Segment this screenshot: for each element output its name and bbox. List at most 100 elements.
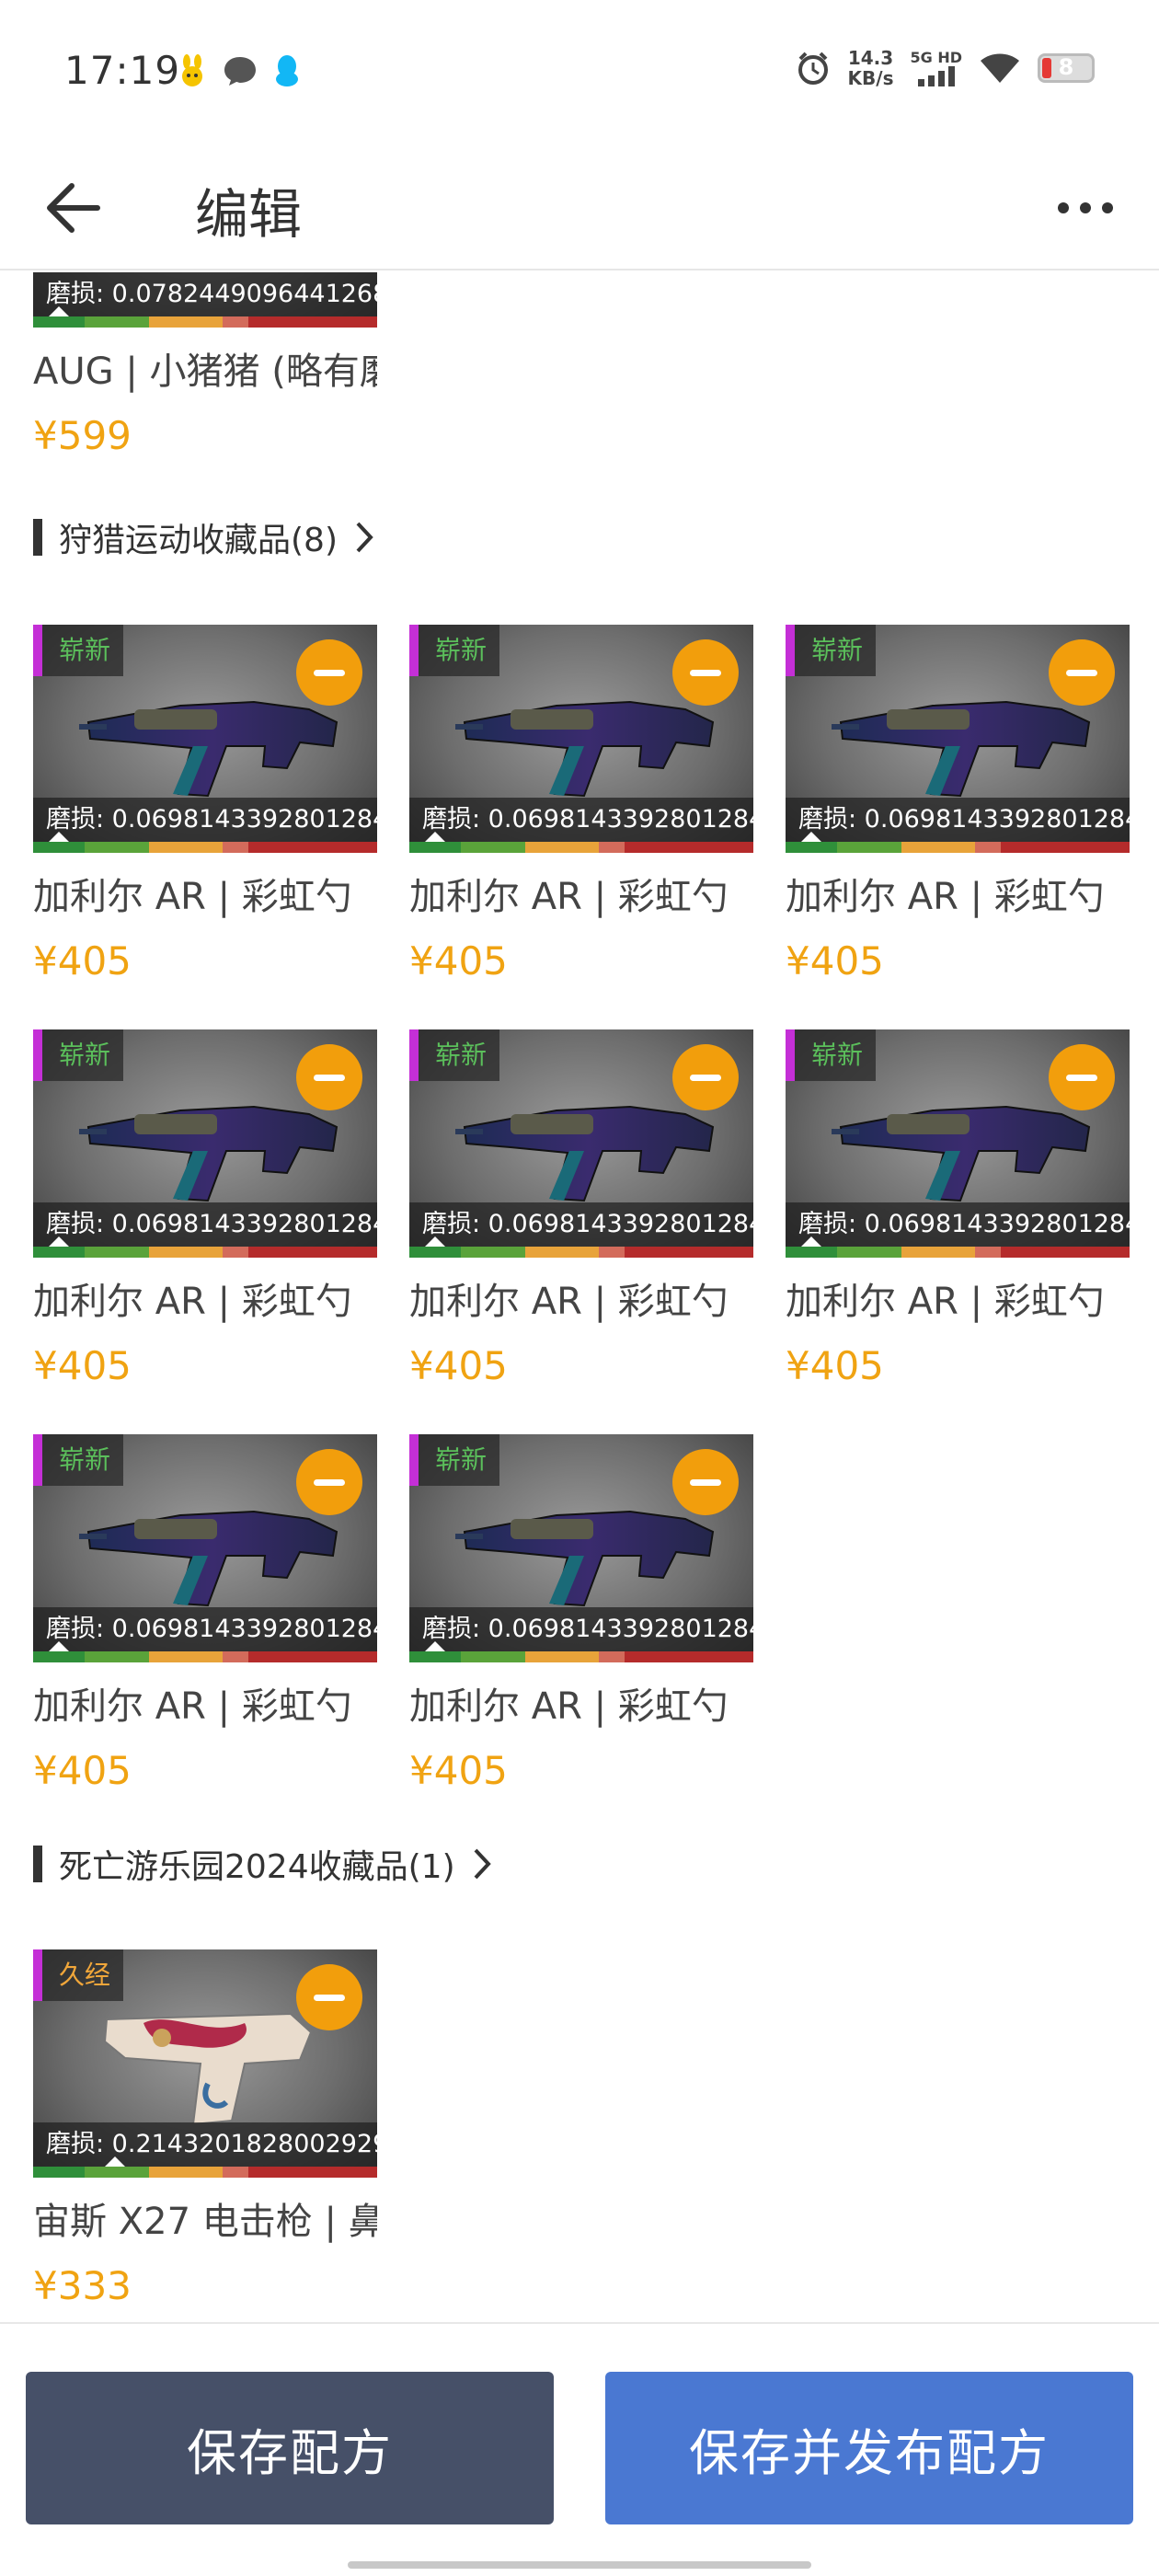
section-title: 狩猎运动收藏品(8) <box>59 522 338 559</box>
item-thumbnail: 崭新 磨损: 0.0698143392801284 <box>786 625 1130 853</box>
bunny-app-icon <box>182 54 202 86</box>
page-title: 编辑 <box>195 183 303 246</box>
remove-item-button[interactable] <box>672 1449 739 1515</box>
signal-icon <box>917 66 955 86</box>
item-thumbnail: 崭新 磨损: 0.0698143392801284 <box>786 1029 1130 1258</box>
item-card[interactable]: 崭新 磨损: 0.0698143392801284 加利尔 AR | 彩虹勺 ¥… <box>786 1029 1130 1392</box>
item-thumbnail: 久经 磨损: 0.2143201828002929 <box>33 1949 377 2178</box>
status-time: 17:19 <box>64 48 181 93</box>
item-thumbnail: 崭新 磨损: 0.0698143392801284 <box>33 1434 377 1662</box>
wear-grade-badge: 崭新 <box>409 1029 500 1081</box>
minus-icon <box>1066 1074 1097 1081</box>
chat-bubble-icon <box>224 57 256 86</box>
wear-grade-badge: 崭新 <box>33 1029 124 1081</box>
wear-grade-badge: 崭新 <box>786 1029 877 1081</box>
wear-value: 磨损: 0.0698143392801284 <box>786 798 1130 842</box>
qq-penguin-icon <box>276 55 298 86</box>
status-bar: 17:19 14.3 KB/s 5G HD 8 <box>0 0 1159 138</box>
remove-item-button[interactable] <box>296 639 362 706</box>
remove-item-button[interactable] <box>296 1449 362 1515</box>
minus-icon <box>690 669 721 676</box>
item-name: 加利尔 AR | 彩虹勺 <box>33 876 352 918</box>
item-card[interactable]: 崭新 磨损: 0.0698143392801284 加利尔 AR | 彩虹勺 ¥… <box>409 625 753 987</box>
item-price: ¥405 <box>409 1343 508 1388</box>
save-recipe-button[interactable]: 保存配方 <box>26 2372 554 2524</box>
wear-pointer <box>801 1236 821 1247</box>
wear-bar <box>786 1247 1130 1258</box>
alarm-icon <box>798 52 828 85</box>
item-card[interactable]: 磨损: 0.0782449096441268 AUG | 小猪猪 (略有磨损) … <box>33 272 377 462</box>
wear-grade-badge: 崭新 <box>33 1434 124 1486</box>
remove-item-button[interactable] <box>1049 1044 1115 1110</box>
section-title: 死亡游乐园2024收藏品(1) <box>59 1848 455 1886</box>
item-card[interactable]: 崭新 磨损: 0.0698143392801284 加利尔 AR | 彩虹勺 ¥… <box>33 1029 377 1392</box>
more-button[interactable] <box>1049 171 1122 245</box>
remove-item-button[interactable] <box>296 1044 362 1110</box>
chevron-right-icon <box>472 1846 492 1881</box>
arrow-left-icon <box>47 183 100 233</box>
section-header-deathland-collection[interactable]: 死亡游乐园2024收藏品(1) <box>33 1840 492 1888</box>
wifi-icon <box>981 53 1019 83</box>
wear-pointer <box>105 2156 125 2167</box>
item-card[interactable]: 崭新 磨损: 0.0698143392801284 加利尔 AR | 彩虹勺 ¥… <box>409 1434 753 1797</box>
item-price: ¥599 <box>33 413 132 458</box>
wear-pointer <box>801 832 821 842</box>
wear-bar <box>33 842 377 853</box>
item-name: 加利尔 AR | 彩虹勺 <box>786 876 1105 918</box>
wear-value: 磨损: 0.0698143392801284 <box>409 1202 753 1247</box>
wear-value: 磨损: 0.2143201828002929 <box>33 2122 377 2167</box>
item-card[interactable]: 崭新 磨损: 0.0698143392801284 加利尔 AR | 彩虹勺 ¥… <box>409 1029 753 1392</box>
wear-bar <box>33 1247 377 1258</box>
wear-grade-badge: 崭新 <box>33 625 124 676</box>
wear-value: 磨损: 0.0698143392801284 <box>409 798 753 842</box>
minus-icon <box>690 1074 721 1081</box>
wear-pointer <box>425 1641 445 1651</box>
wear-value: 磨损: 0.0698143392801284 <box>33 798 377 842</box>
item-card[interactable]: 崭新 磨损: 0.0698143392801284 加利尔 AR | 彩虹勺 ¥… <box>786 625 1130 987</box>
wear-grade-badge: 久经 <box>33 1949 124 2001</box>
section-marker <box>33 1846 42 1882</box>
wear-bar <box>33 2167 377 2178</box>
wear-value: 磨损: 0.0698143392801284 <box>33 1202 377 1247</box>
item-thumbnail: 崭新 磨损: 0.0698143392801284 <box>409 1434 753 1662</box>
wear-value: 磨损: 0.0698143392801284 <box>33 1607 377 1651</box>
recipe-item-list[interactable]: 磨损: 0.0782449096441268 AUG | 小猪猪 (略有磨损) … <box>0 272 1159 2322</box>
wear-bar <box>409 1651 753 1662</box>
network-speed-value: 14.3 <box>847 47 894 69</box>
item-price: ¥405 <box>786 938 884 983</box>
item-price: ¥405 <box>786 1343 884 1388</box>
remove-item-button[interactable] <box>672 1044 739 1110</box>
status-right-icons: 14.3 KB/s 5G HD 8 <box>795 48 1095 88</box>
wear-pointer <box>49 306 69 316</box>
wear-grade-badge: 崭新 <box>409 1434 500 1486</box>
wear-bar <box>33 316 377 328</box>
save-and-publish-button[interactable]: 保存并发布配方 <box>605 2372 1133 2524</box>
item-price: ¥405 <box>33 1343 132 1388</box>
network-speed-unit: KB/s <box>847 67 894 89</box>
home-indicator[interactable] <box>348 2561 811 2569</box>
minus-icon <box>314 1478 345 1486</box>
back-button[interactable] <box>37 171 110 245</box>
remove-item-button[interactable] <box>1049 639 1115 706</box>
status-left-icons <box>177 53 302 88</box>
item-card[interactable]: 崭新 磨损: 0.0698143392801284 加利尔 AR | 彩虹勺 ¥… <box>33 1434 377 1797</box>
bottom-action-bar: 保存配方 保存并发布配方 <box>0 2322 1159 2576</box>
item-name: 加利尔 AR | 彩虹勺 <box>409 1281 729 1323</box>
wear-grade-badge: 崭新 <box>409 625 500 676</box>
battery-icon: 8 <box>1038 53 1095 83</box>
section-header-hunting-collection[interactable]: 狩猎运动收藏品(8) <box>33 513 374 561</box>
item-thumbnail: 崭新 磨损: 0.0698143392801284 <box>409 625 753 853</box>
wear-value: 磨损: 0.0698143392801284 <box>786 1202 1130 1247</box>
item-card[interactable]: 崭新 磨损: 0.0698143392801284 加利尔 AR | 彩虹勺 ¥… <box>33 625 377 987</box>
item-card[interactable]: 久经 磨损: 0.2143201828002929 宙斯 X27 电击枪 | 鼻… <box>33 1949 377 2312</box>
wear-bar <box>33 1651 377 1662</box>
item-name: 加利尔 AR | 彩虹勺 <box>33 1685 352 1728</box>
remove-item-button[interactable] <box>672 639 739 706</box>
app-bar: 编辑 <box>0 138 1159 270</box>
remove-item-button[interactable] <box>296 1964 362 2030</box>
wear-bar <box>786 842 1130 853</box>
item-name: 宙斯 X27 电击枪 | 鼻 <box>33 2201 377 2243</box>
item-name: 加利尔 AR | 彩虹勺 <box>33 1281 352 1323</box>
item-price: ¥405 <box>33 1748 132 1793</box>
wear-pointer <box>49 1236 69 1247</box>
